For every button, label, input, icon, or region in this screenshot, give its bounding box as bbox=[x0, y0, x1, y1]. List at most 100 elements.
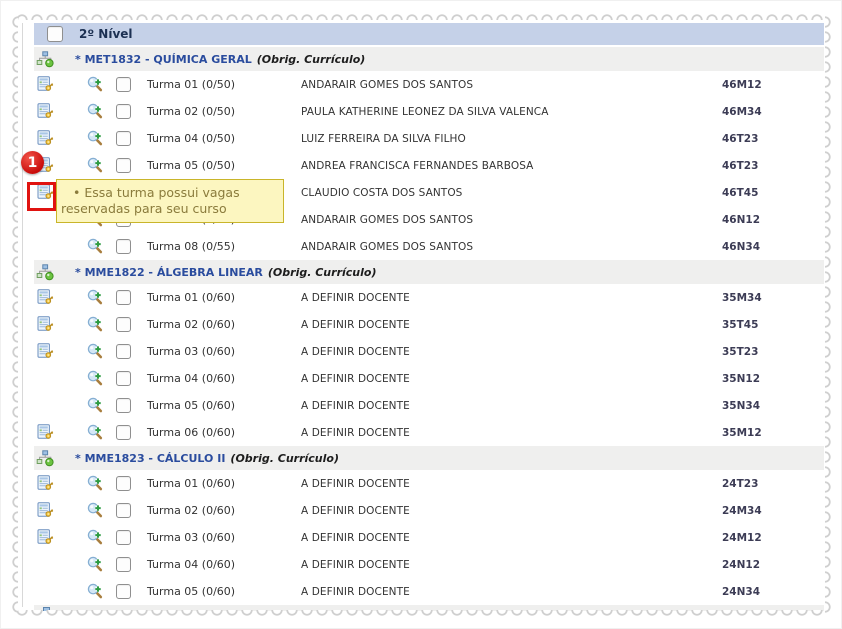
class-row: Turma 02 (0/60) A DEFINIR DOCENTE 35T45 bbox=[34, 311, 824, 338]
level-title: 2º Nível bbox=[79, 27, 133, 41]
course-section: * MME1822 - ÁLGEBRA LINEAR (Obrig. Currí… bbox=[34, 260, 824, 446]
course-title: * MME1822 - ÁLGEBRA LINEAR bbox=[75, 266, 263, 279]
class-label: Turma 01 (0/60) bbox=[147, 291, 301, 304]
class-details-icon[interactable] bbox=[36, 475, 54, 493]
class-row: Turma 03 (0/60) A DEFINIR DOCENTE 24M12 bbox=[34, 524, 824, 551]
class-checkbox[interactable] bbox=[116, 239, 131, 254]
class-row: Turma 05 (0/60) A DEFINIR DOCENTE 24N34 bbox=[34, 578, 824, 605]
teacher-name: PAULA KATHERINE LEONEZ DA SILVA VALENCA bbox=[301, 106, 722, 118]
class-label: Turma 06 (0/60) bbox=[147, 426, 301, 439]
stamp-edge-bottom bbox=[15, 610, 827, 621]
class-label: Turma 04 (0/50) bbox=[147, 132, 301, 145]
class-label: Turma 03 (0/60) bbox=[147, 531, 301, 544]
view-class-icon[interactable] bbox=[86, 370, 104, 388]
class-checkbox[interactable] bbox=[116, 425, 131, 440]
class-label: Turma 02 (0/50) bbox=[147, 105, 301, 118]
class-details-icon[interactable] bbox=[36, 103, 54, 121]
class-checkbox[interactable] bbox=[116, 344, 131, 359]
view-class-icon[interactable] bbox=[86, 103, 104, 121]
class-row: Turma 04 (0/60) A DEFINIR DOCENTE 24N12 bbox=[34, 551, 824, 578]
course-type-label: (Obrig. Currículo) bbox=[230, 452, 339, 465]
class-checkbox[interactable] bbox=[116, 557, 131, 572]
view-class-icon[interactable] bbox=[86, 76, 104, 94]
class-row: Turma 08 (0/55) ANDARAIR GOMES DOS SANTO… bbox=[34, 233, 824, 260]
class-row: Turma 03 (0/60) A DEFINIR DOCENTE 35T23 bbox=[34, 338, 824, 365]
view-class-icon[interactable] bbox=[86, 316, 104, 334]
select-all-checkbox[interactable] bbox=[47, 26, 63, 42]
course-type-label: (Obrig. Currículo) bbox=[268, 266, 377, 279]
class-checkbox[interactable] bbox=[116, 530, 131, 545]
view-class-icon[interactable] bbox=[86, 475, 104, 493]
teacher-name: A DEFINIR DOCENTE bbox=[301, 427, 722, 439]
schedule-code: 24N34 bbox=[722, 586, 824, 598]
view-class-icon[interactable] bbox=[86, 130, 104, 148]
class-details-icon[interactable] bbox=[36, 316, 54, 334]
teacher-name: ANDREA FRANCISCA FERNANDES BARBOSA bbox=[301, 160, 722, 172]
teacher-name: ANDARAIR GOMES DOS SANTOS bbox=[301, 214, 722, 226]
view-class-icon[interactable] bbox=[86, 289, 104, 307]
class-label: Turma 04 (0/60) bbox=[147, 558, 301, 571]
class-label: Turma 02 (0/60) bbox=[147, 318, 301, 331]
class-checkbox[interactable] bbox=[116, 584, 131, 599]
class-row: Turma 04 (0/50) LUIZ FERREIRA DA SILVA F… bbox=[34, 125, 824, 152]
class-label: Turma 01 (0/60) bbox=[147, 477, 301, 490]
class-details-icon[interactable] bbox=[36, 424, 54, 442]
class-checkbox[interactable] bbox=[116, 104, 131, 119]
view-class-icon[interactable] bbox=[86, 397, 104, 415]
class-details-icon[interactable] bbox=[36, 343, 54, 361]
schedule-code: 35T23 bbox=[722, 346, 824, 358]
view-class-icon[interactable] bbox=[86, 556, 104, 574]
class-label: Turma 05 (0/60) bbox=[147, 585, 301, 598]
schedule-code: 46N34 bbox=[722, 241, 824, 253]
view-class-icon[interactable] bbox=[86, 583, 104, 601]
class-checkbox[interactable] bbox=[116, 476, 131, 491]
class-details-icon[interactable] bbox=[36, 529, 54, 547]
schedule-code: 46T23 bbox=[722, 160, 824, 172]
class-label: Turma 05 (0/60) bbox=[147, 399, 301, 412]
teacher-name: A DEFINIR DOCENTE bbox=[301, 292, 722, 304]
teacher-name: A DEFINIR DOCENTE bbox=[301, 319, 722, 331]
teacher-name: A DEFINIR DOCENTE bbox=[301, 400, 722, 412]
view-class-icon[interactable] bbox=[86, 343, 104, 361]
schedule-code: 35N12 bbox=[722, 373, 824, 385]
schedule-code: 24N12 bbox=[722, 559, 824, 571]
class-checkbox[interactable] bbox=[116, 290, 131, 305]
class-details-icon[interactable] bbox=[36, 289, 54, 307]
class-checkbox[interactable] bbox=[116, 371, 131, 386]
course-rows: Turma 01 (0/60) A DEFINIR DOCENTE 35M34 bbox=[34, 284, 824, 446]
view-class-icon[interactable] bbox=[86, 424, 104, 442]
class-details-icon[interactable] bbox=[36, 76, 54, 94]
teacher-name: ANDARAIR GOMES DOS SANTOS bbox=[301, 79, 722, 91]
course-header-row: * MME1822 - ÁLGEBRA LINEAR (Obrig. Currí… bbox=[34, 260, 824, 284]
teacher-name: A DEFINIR DOCENTE bbox=[301, 559, 722, 571]
stamp-edge-top bbox=[15, 9, 827, 20]
class-details-icon[interactable] bbox=[36, 130, 54, 148]
class-checkbox[interactable] bbox=[116, 158, 131, 173]
next-section-cropped-band bbox=[34, 605, 824, 611]
class-row: Turma 01 (0/60) A DEFINIR DOCENTE 35M34 bbox=[34, 284, 824, 311]
class-details-icon[interactable] bbox=[36, 502, 54, 520]
class-checkbox[interactable] bbox=[116, 317, 131, 332]
course-rows: Turma 01 (0/50) ANDARAIR GOMES DOS SANTO… bbox=[34, 71, 824, 260]
class-checkbox[interactable] bbox=[116, 398, 131, 413]
table-left-border bbox=[22, 23, 23, 607]
class-checkbox[interactable] bbox=[116, 131, 131, 146]
org-chart-icon bbox=[43, 607, 50, 611]
tooltip-text: • Essa turma possui vagas reservadas par… bbox=[61, 185, 277, 217]
view-class-icon[interactable] bbox=[86, 157, 104, 175]
schedule-code: 35M34 bbox=[722, 292, 824, 304]
teacher-name: A DEFINIR DOCENTE bbox=[301, 478, 722, 490]
course-title: * MET1832 - QUÍMICA GERAL bbox=[75, 53, 252, 66]
class-label: Turma 08 (0/55) bbox=[147, 240, 301, 253]
class-checkbox[interactable] bbox=[116, 77, 131, 92]
schedule-code: 46N12 bbox=[722, 214, 824, 226]
course-header-row: * MME1823 - CÁLCULO II (Obrig. Currículo… bbox=[34, 446, 824, 470]
class-row: Turma 02 (0/50) PAULA KATHERINE LEONEZ D… bbox=[34, 98, 824, 125]
view-class-icon[interactable] bbox=[86, 502, 104, 520]
schedule-code: 46M34 bbox=[722, 106, 824, 118]
view-class-icon[interactable] bbox=[86, 529, 104, 547]
class-label: Turma 04 (0/60) bbox=[147, 372, 301, 385]
course-section: * MET1832 - QUÍMICA GERAL (Obrig. Curríc… bbox=[34, 47, 824, 260]
class-checkbox[interactable] bbox=[116, 503, 131, 518]
view-class-icon[interactable] bbox=[86, 238, 104, 256]
